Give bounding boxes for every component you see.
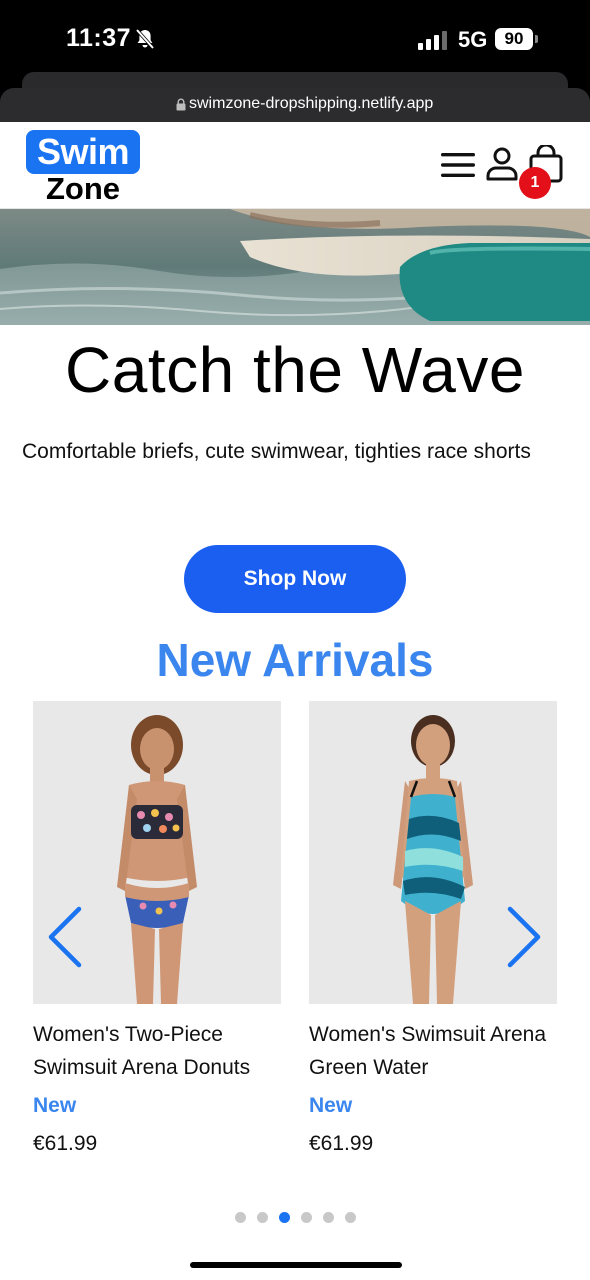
logo[interactable]: Swim Zone <box>26 130 140 206</box>
product-name[interactable]: Women's Two-Piece Swimsuit Arena Donuts <box>33 1018 281 1084</box>
carousel-dot[interactable] <box>300 1212 312 1223</box>
product-price: €61.99 <box>33 1132 98 1155</box>
carousel-prev-icon[interactable] <box>46 906 84 968</box>
hero-subtitle: Comfortable briefs, cute swimwear, tight… <box>22 440 531 463</box>
lock-icon <box>176 98 186 111</box>
battery-indicator: 90 <box>495 28 533 50</box>
new-arrivals-title: New Arrivals <box>156 634 434 686</box>
hero-image <box>0 209 590 325</box>
product-badge: New <box>309 1094 353 1117</box>
carousel-next-icon[interactable] <box>505 906 543 968</box>
network-label: 5G <box>458 27 488 52</box>
carousel-dot[interactable] <box>234 1212 246 1223</box>
carousel-dot[interactable] <box>344 1212 356 1223</box>
hero-title: Catch the Wave <box>65 334 525 406</box>
url-text[interactable]: swimzone-dropshipping.netlify.app <box>189 95 433 113</box>
product-price: €61.99 <box>309 1132 374 1155</box>
cart-count-badge[interactable]: 1 <box>519 167 551 199</box>
status-time: 11:37 <box>66 24 132 52</box>
logo-zone: Zone <box>45 171 121 206</box>
shop-now-button[interactable]: Shop Now <box>184 545 406 613</box>
account-icon[interactable] <box>486 147 518 181</box>
product-name[interactable]: Women's Swimsuit Arena Green Water <box>309 1018 557 1084</box>
hero-water-illustration <box>0 209 590 325</box>
carousel-dot[interactable] <box>322 1212 334 1223</box>
carousel-dot[interactable] <box>256 1212 268 1223</box>
product-badge: New <box>33 1094 77 1117</box>
carousel-dot[interactable] <box>278 1212 290 1223</box>
signal-icon <box>418 31 447 50</box>
logo-swim: Swim <box>26 130 140 174</box>
home-indicator[interactable] <box>190 1262 402 1268</box>
bell-muted-icon <box>135 28 155 50</box>
carousel-pagination <box>0 1212 590 1223</box>
menu-icon[interactable] <box>441 152 475 178</box>
battery-nub <box>535 35 538 43</box>
browser-bar: swimzone-dropshipping.netlify.app <box>0 72 590 122</box>
site-header: Swim Zone 1 <box>0 122 590 209</box>
